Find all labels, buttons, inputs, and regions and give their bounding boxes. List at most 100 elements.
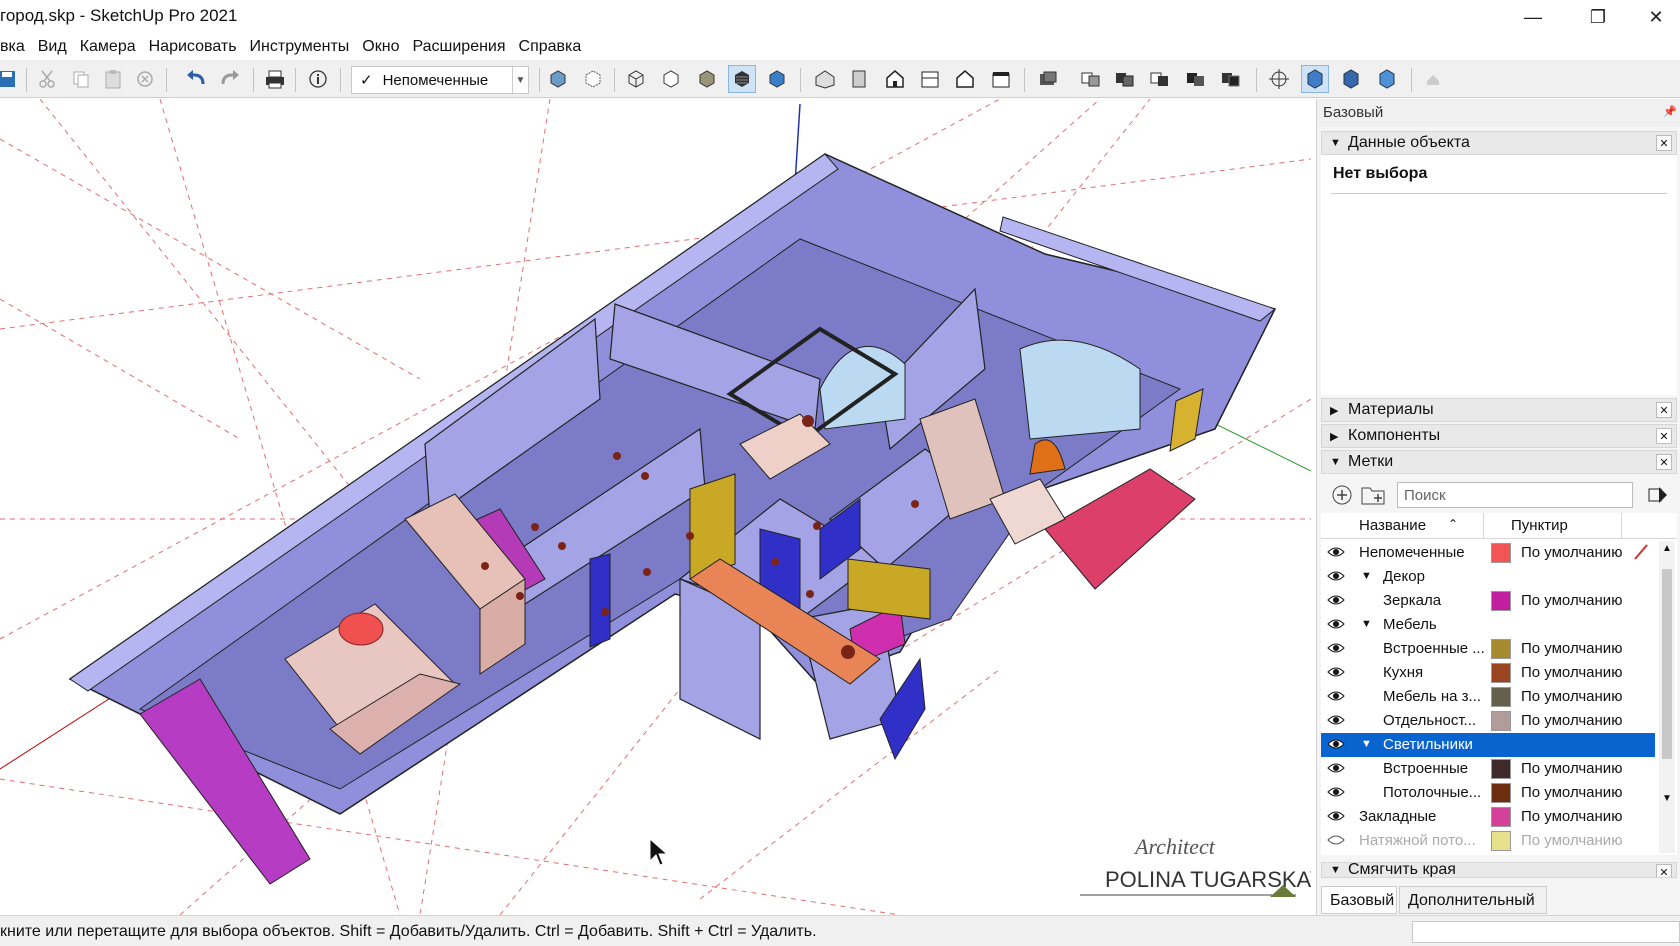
eye-icon[interactable] <box>1327 713 1345 731</box>
tag-search-input[interactable]: Поиск <box>1397 482 1633 508</box>
parallel-projection-icon[interactable] <box>1338 66 1364 92</box>
intersect-icon[interactable] <box>1112 66 1138 92</box>
eye-icon[interactable] <box>1327 665 1345 683</box>
expand-icon[interactable]: ▶ <box>1330 430 1348 443</box>
menu-draw[interactable]: Нарисовать <box>149 38 237 56</box>
tag-color-swatch[interactable] <box>1491 759 1511 779</box>
tag-row[interactable]: Встроенные ... По умолчанию <box>1321 637 1651 661</box>
top-view-icon[interactable] <box>846 66 872 92</box>
tag-row[interactable]: Отдельност... По умолчанию <box>1321 709 1651 733</box>
scroll-down-icon[interactable]: ▼ <box>1662 793 1672 804</box>
measurements-box[interactable] <box>1412 921 1680 943</box>
eye-icon[interactable] <box>1327 569 1345 587</box>
trim-icon[interactable] <box>1218 66 1244 92</box>
tag-dash[interactable]: По умолчанию <box>1521 832 1622 849</box>
expand-icon[interactable]: ▼ <box>1361 570 1372 582</box>
column-name[interactable]: Название <box>1359 517 1426 534</box>
front-view-icon[interactable] <box>882 66 908 92</box>
tags-header[interactable]: ▼ Метки ✕ <box>1321 450 1677 474</box>
eye-icon[interactable] <box>1327 737 1345 755</box>
tag-row[interactable]: Зеркала По умолчанию <box>1321 589 1651 613</box>
tag-dash[interactable]: По умолчанию <box>1521 760 1622 777</box>
menu-view[interactable]: Вид <box>38 38 67 56</box>
perspective-icon[interactable] <box>1301 65 1329 93</box>
left-view-icon[interactable] <box>988 66 1014 92</box>
materials-header[interactable]: ▶ Материалы ✕ <box>1321 398 1677 422</box>
restore-button[interactable]: ❐ <box>1574 0 1622 34</box>
undo-icon[interactable] <box>183 66 209 92</box>
collapse-icon[interactable]: ▼ <box>1330 456 1348 468</box>
subtract-icon[interactable] <box>1183 66 1209 92</box>
minimize-button[interactable]: — <box>1509 0 1557 34</box>
model-info-icon[interactable] <box>305 66 331 92</box>
section-plane-icon[interactable] <box>1035 66 1061 92</box>
close-icon[interactable]: ✕ <box>1656 135 1672 151</box>
hidden-line-icon[interactable] <box>658 66 684 92</box>
sort-chevron-icon[interactable]: ⌃ <box>1448 517 1458 531</box>
tag-dash[interactable]: По умолчанию <box>1521 808 1622 825</box>
two-point-perspective-icon[interactable] <box>1374 66 1400 92</box>
menu-edit[interactable]: вка <box>0 38 25 56</box>
tag-dash[interactable]: По умолчанию <box>1521 688 1622 705</box>
menu-help[interactable]: Справка <box>519 38 582 56</box>
expand-icon[interactable]: ▼ <box>1361 618 1372 630</box>
entity-info-header[interactable]: ▼ Данные объекта ✕ <box>1321 131 1677 155</box>
add-tag-folder-icon[interactable] <box>1361 484 1387 510</box>
eye-icon[interactable] <box>1327 617 1345 635</box>
tag-color-swatch[interactable] <box>1491 807 1511 827</box>
tag-dash[interactable]: По умолчанию <box>1521 784 1622 801</box>
close-icon[interactable]: ✕ <box>1656 454 1672 470</box>
eye-icon[interactable] <box>1327 641 1345 659</box>
pin-icon[interactable]: 📌 <box>1663 105 1677 118</box>
redo-icon[interactable] <box>217 66 243 92</box>
components-header[interactable]: ▶ Компоненты ✕ <box>1321 424 1677 448</box>
tag-dash[interactable]: По умолчанию <box>1521 544 1622 561</box>
tag-row[interactable]: Потолочные... По умолчанию <box>1321 781 1651 805</box>
tag-color-swatch[interactable] <box>1491 543 1511 563</box>
back-edges-icon[interactable] <box>580 66 606 92</box>
tag-dash[interactable]: По умолчанию <box>1521 712 1622 729</box>
shaded-icon[interactable] <box>694 66 720 92</box>
tag-color-swatch[interactable] <box>1491 711 1511 731</box>
tag-folder-row[interactable]: ▼ Мебель <box>1321 613 1651 637</box>
wireframe-icon[interactable] <box>623 66 649 92</box>
close-icon[interactable]: ✕ <box>1656 402 1672 418</box>
tag-color-swatch[interactable] <box>1491 639 1511 659</box>
close-button[interactable]: ✕ <box>1632 0 1680 34</box>
shaded-textures-icon[interactable] <box>728 65 756 93</box>
tag-row[interactable]: Кухня По умолчанию <box>1321 661 1651 685</box>
tag-folder-row-selected[interactable]: ▼ Светильники <box>1321 733 1655 757</box>
iso-view-icon[interactable] <box>812 66 838 92</box>
tag-row[interactable]: Закладные По умолчанию <box>1321 805 1651 829</box>
add-tag-icon[interactable] <box>1331 484 1353 510</box>
menu-camera[interactable]: Камера <box>80 38 136 56</box>
save-icon[interactable] <box>0 66 20 92</box>
tag-row[interactable]: Непомеченные По умолчанию <box>1321 541 1651 565</box>
warehouse-icon[interactable] <box>1420 66 1446 92</box>
tag-details-icon[interactable] <box>1647 484 1669 510</box>
close-icon[interactable]: ✕ <box>1656 864 1672 877</box>
scroll-thumb[interactable] <box>1662 569 1672 759</box>
tag-color-swatch[interactable] <box>1491 687 1511 707</box>
tag-row[interactable]: Встроенные По умолчанию <box>1321 757 1651 781</box>
union-icon[interactable] <box>1147 66 1173 92</box>
tag-color-swatch[interactable] <box>1491 831 1511 851</box>
monochrome-icon[interactable] <box>764 66 790 92</box>
menu-tools[interactable]: Инструменты <box>250 38 350 56</box>
orbit-icon[interactable] <box>1266 66 1292 92</box>
tag-row-hidden[interactable]: Натяжной пото... По умолчанию <box>1321 829 1651 853</box>
eye-icon[interactable] <box>1327 785 1345 803</box>
eye-icon[interactable] <box>1327 545 1345 563</box>
close-icon[interactable]: ✕ <box>1656 428 1672 444</box>
menu-window[interactable]: Окно <box>362 38 399 56</box>
tag-dash[interactable]: По умолчанию <box>1521 592 1622 609</box>
model-viewport[interactable]: Architect POLINA TUGARSKAYA <box>0 99 1311 915</box>
erase-icon[interactable] <box>132 66 158 92</box>
paste-icon[interactable] <box>100 66 126 92</box>
collapse-icon[interactable]: ▼ <box>1330 137 1348 149</box>
tab-additional[interactable]: Дополнительный <box>1399 886 1547 914</box>
tag-folder-row[interactable]: ▼ Декор <box>1321 565 1651 589</box>
outer-shell-icon[interactable] <box>1078 66 1104 92</box>
back-view-icon[interactable] <box>952 66 978 92</box>
tag-dash[interactable]: По умолчанию <box>1521 640 1622 657</box>
